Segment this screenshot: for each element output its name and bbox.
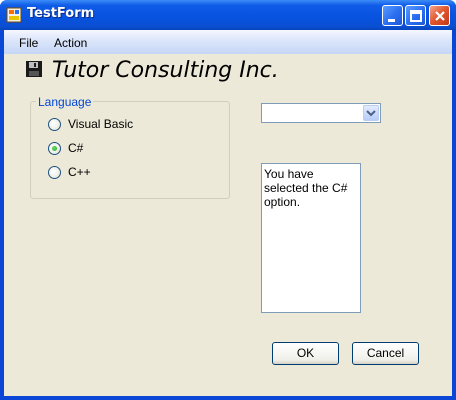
radio-label-csharp: C#: [68, 141, 84, 155]
chevron-down-icon: [366, 110, 376, 117]
maximize-button[interactable]: [405, 5, 426, 26]
ok-button[interactable]: OK: [272, 342, 339, 365]
cancel-button[interactable]: Cancel: [352, 342, 419, 365]
language-combobox[interactable]: [261, 103, 381, 123]
radio-button[interactable]: [48, 166, 61, 179]
radio-button-selected[interactable]: [48, 142, 61, 155]
combobox-dropdown-button[interactable]: [363, 105, 379, 121]
maximize-icon: [410, 10, 422, 22]
form-client-area: File Action Tutor Consulting Inc. Langua…: [4, 30, 452, 396]
title-bar[interactable]: TestForm: [0, 0, 456, 30]
language-group-legend: Language: [36, 95, 94, 109]
close-button[interactable]: [429, 5, 450, 26]
radio-label-cplusplus: C++: [68, 165, 91, 179]
window-frame: TestForm File Action Tutor Consulting In…: [0, 0, 456, 400]
minimize-button[interactable]: [382, 5, 403, 26]
radio-label-visual-basic: Visual Basic: [68, 117, 134, 131]
company-title: Tutor Consulting Inc.: [52, 58, 279, 83]
close-icon: [435, 11, 445, 21]
menu-action[interactable]: Action: [54, 36, 87, 50]
menu-file[interactable]: File: [19, 36, 38, 50]
radio-selected-dot: [52, 146, 57, 151]
output-textbox[interactable]: You have selected the C# option.: [261, 163, 361, 313]
menu-bar: File Action: [4, 30, 452, 54]
floppy-disk-icon: [26, 61, 42, 77]
window-title: TestForm: [27, 6, 95, 21]
radio-button[interactable]: [48, 118, 61, 131]
minimize-icon: [388, 19, 395, 22]
app-icon: [6, 7, 22, 23]
